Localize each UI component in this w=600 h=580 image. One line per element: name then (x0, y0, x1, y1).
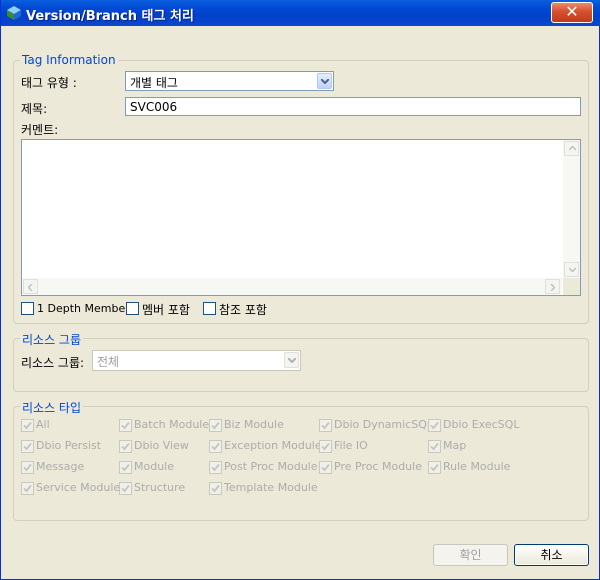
option-include-members-label: 멤버 포함 (142, 303, 190, 317)
resource-type-dbio-execsql-checkbox[interactable] (428, 419, 441, 432)
resource-type-exception-module-label: Exception Module (224, 439, 322, 452)
cube-icon (6, 5, 22, 21)
resource-type-legend: 리소스 타입 (20, 399, 84, 416)
resource-type-file-io-label: File IO (334, 439, 368, 452)
resource-type-all-label: All (36, 418, 50, 431)
option-1-depth-member-checkbox[interactable] (21, 302, 34, 315)
check-mark-icon (23, 463, 32, 472)
resource-type-module-checkbox[interactable] (119, 461, 132, 474)
resource-type-message-checkbox[interactable] (21, 461, 34, 474)
check-mark-icon (321, 463, 330, 472)
option-include-references-checkbox[interactable] (203, 302, 216, 315)
scroll-corner (563, 278, 580, 295)
resource-type-dbio-dynamicsql-checkbox[interactable] (319, 419, 332, 432)
resource-type-exception-module-checkbox[interactable] (209, 440, 222, 453)
resource-type-structure-checkbox[interactable] (119, 482, 132, 495)
title-label: 제목: (21, 102, 48, 116)
comment-label: 커멘트: (21, 123, 59, 137)
resource-type-dbio-persist-label: Dbio Persist (36, 439, 102, 452)
check-mark-icon (430, 421, 439, 430)
resource-type-map-checkbox[interactable] (428, 440, 441, 453)
resource-type-service-module-checkbox[interactable] (21, 482, 34, 495)
resource-type-pre-proc-module-checkbox[interactable] (319, 461, 332, 474)
comment-textarea[interactable] (21, 139, 581, 296)
check-mark-icon (121, 421, 130, 430)
resource-type-biz-module-label: Biz Module (224, 418, 284, 431)
resource-type-rule-module-checkbox[interactable] (428, 461, 441, 474)
resource-type-template-module-label: Template Module (224, 481, 318, 494)
vertical-scrollbar[interactable] (563, 140, 580, 278)
resource-type-map-label: Map (443, 439, 467, 452)
resource-type-dbio-view-label: Dbio View (134, 439, 189, 452)
resource-type-dbio-dynamicsql-label: Dbio DynamicSQL (334, 418, 434, 431)
title-input-value: SVC006 (130, 100, 178, 114)
resource-type-pre-proc-module-label: Pre Proc Module (334, 460, 422, 473)
title-input[interactable]: SVC006 (125, 97, 581, 116)
resource-type-service-module-label: Service Module (36, 481, 121, 494)
scroll-down-button[interactable] (564, 262, 579, 277)
option-1-depth-member-label: 1 Depth Member (37, 302, 130, 315)
window-title: Version/Branch 태그 처리 (26, 9, 194, 24)
check-mark-icon (211, 421, 220, 430)
resource-type-dbio-view-checkbox[interactable] (119, 440, 132, 453)
check-mark-icon (121, 463, 130, 472)
option-include-members-checkbox[interactable] (126, 302, 139, 315)
scroll-right-button[interactable] (545, 279, 560, 294)
scroll-up-button[interactable] (564, 141, 579, 156)
check-mark-icon (321, 421, 330, 430)
check-mark-icon (23, 421, 32, 430)
resource-type-rule-module-label: Rule Module (443, 460, 511, 473)
tag-type-label: 태그 유형 : (21, 76, 77, 90)
chevron-down-icon[interactable] (284, 352, 299, 368)
check-mark-icon (430, 463, 439, 472)
check-mark-icon (121, 442, 130, 451)
tag-type-select[interactable]: 개별 태그 (125, 71, 334, 91)
tag-information-legend: Tag Information (20, 53, 118, 67)
check-mark-icon (23, 484, 32, 493)
resource-group-legend: 리소스 그룹 (20, 331, 84, 348)
resource-type-batch-module-checkbox[interactable] (119, 419, 132, 432)
resource-type-module-label: Module (134, 460, 174, 473)
check-mark-icon (321, 442, 330, 451)
resource-group-select[interactable]: 전체 (92, 350, 301, 371)
resource-type-file-io-checkbox[interactable] (319, 440, 332, 453)
option-include-references-label: 참조 포함 (219, 303, 267, 317)
check-mark-icon (211, 442, 220, 451)
resource-group-label: 리소스 그룹: (21, 356, 85, 370)
resource-group-value: 전체 (97, 355, 120, 369)
ok-button[interactable]: 확인 (433, 544, 508, 566)
scroll-left-button[interactable] (23, 279, 38, 294)
resource-type-structure-label: Structure (134, 481, 186, 494)
resource-type-dbio-execsql-label: Dbio ExecSQL (443, 418, 520, 431)
check-mark-icon (211, 484, 220, 493)
check-mark-icon (430, 442, 439, 451)
check-mark-icon (211, 463, 220, 472)
title-bar[interactable]: Version/Branch 태그 처리 ✕ (1, 0, 600, 26)
resource-type-batch-module-label: Batch Module (134, 418, 210, 431)
resource-type-template-module-checkbox[interactable] (209, 482, 222, 495)
resource-type-dbio-persist-checkbox[interactable] (21, 440, 34, 453)
close-icon: ✕ (565, 2, 579, 21)
close-button[interactable]: ✕ (551, 2, 593, 23)
resource-type-biz-module-checkbox[interactable] (209, 419, 222, 432)
resource-type-all-checkbox[interactable] (21, 419, 34, 432)
horizontal-scrollbar[interactable] (22, 278, 562, 295)
cancel-button[interactable]: 취소 (514, 544, 589, 566)
resource-type-post-proc-module-label: Post Proc Module (224, 460, 318, 473)
resource-type-message-label: Message (36, 460, 85, 473)
tag-type-value: 개별 태그 (130, 76, 178, 90)
check-mark-icon (121, 484, 130, 493)
tag-dialog-window: Version/Branch 태그 처리 ✕ Tag Information 태… (0, 0, 600, 580)
check-mark-icon (23, 442, 32, 451)
chevron-down-icon[interactable] (317, 73, 332, 89)
resource-type-post-proc-module-checkbox[interactable] (209, 461, 222, 474)
